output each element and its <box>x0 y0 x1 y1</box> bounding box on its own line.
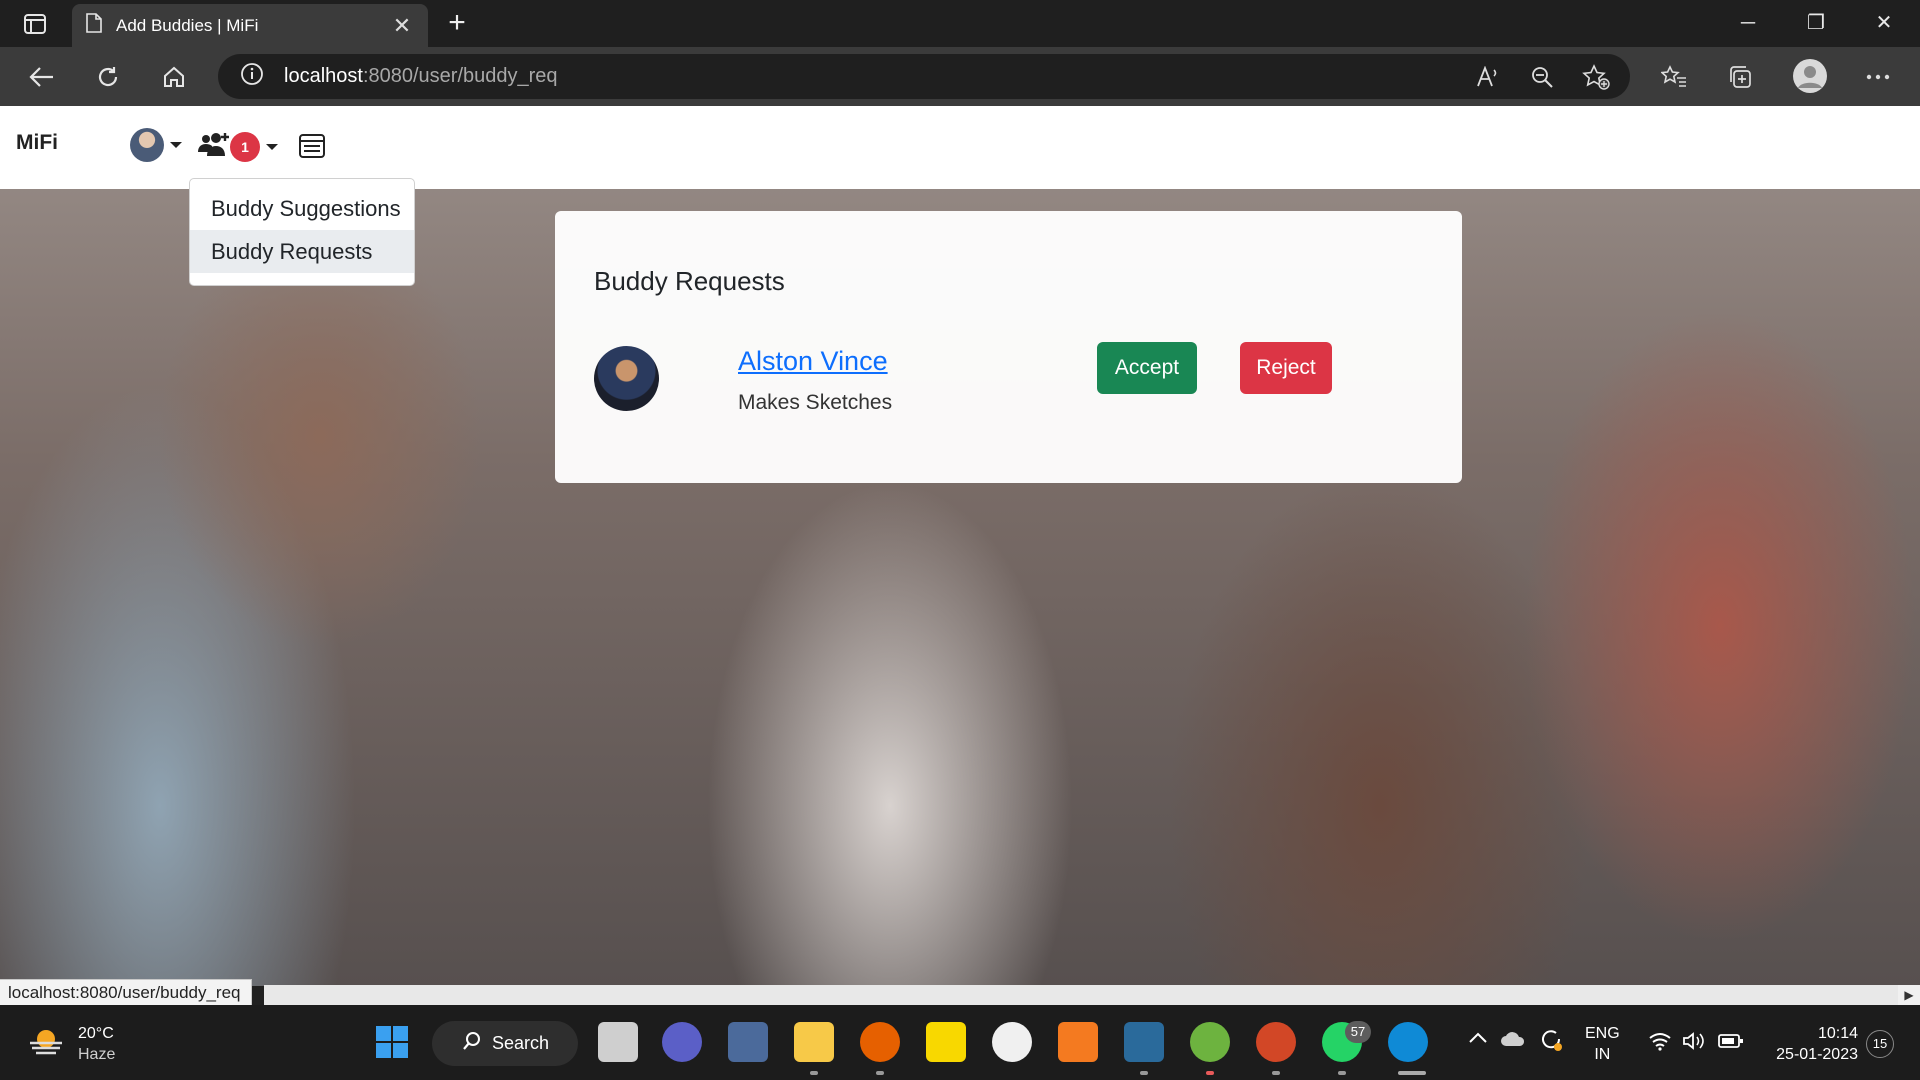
running-indicator <box>876 1071 884 1075</box>
volume-icon[interactable] <box>1682 1031 1706 1056</box>
caret-down-icon <box>266 143 278 150</box>
browser-titlebar: Add Buddies | MiFi ✕ + ─ ❐ ✕ <box>0 0 1920 47</box>
feed-window-icon[interactable] <box>298 132 326 165</box>
card-title: Buddy Requests <box>594 266 785 296</box>
back-icon[interactable] <box>24 59 60 95</box>
running-indicator <box>1338 1071 1346 1075</box>
mysql-workbench-icon[interactable] <box>1124 1022 1164 1062</box>
zoom-icon[interactable] <box>1528 64 1556 90</box>
windows-taskbar: 20°C Haze Search 57 ENG IN 10:14 25-01-2… <box>0 1005 1920 1080</box>
battery-icon[interactable] <box>1718 1033 1744 1054</box>
notification-badge: 1 <box>230 131 260 162</box>
clock-date: 25-01-2023 <box>1776 1046 1858 1063</box>
browser-tab-active[interactable]: Add Buddies | MiFi ✕ <box>72 4 428 47</box>
dropdown-item-buddy-suggestions[interactable]: Buddy Suggestions <box>190 187 414 230</box>
address-bar[interactable]: localhost:8080/user/buddy_req <box>218 54 1630 99</box>
whatsapp-badge: 57 <box>1345 1021 1371 1043</box>
caret-down-icon <box>170 142 182 148</box>
system-clock[interactable]: 10:14 25-01-2023 <box>1764 1023 1858 1065</box>
read-aloud-icon[interactable] <box>1474 64 1502 90</box>
weather-haze-icon <box>28 1027 64 1062</box>
clock-time: 10:14 <box>1817 1025 1858 1042</box>
avatar <box>130 128 164 162</box>
running-indicator <box>1398 1071 1426 1075</box>
firefox-icon[interactable] <box>860 1022 900 1062</box>
running-indicator <box>1206 1071 1214 1075</box>
horizontal-scrollbar[interactable] <box>264 985 1904 1005</box>
sticky-notes-icon[interactable] <box>926 1022 966 1062</box>
restore-button[interactable]: ❐ <box>1788 6 1844 40</box>
language-indicator[interactable]: ENG IN <box>1585 1023 1620 1065</box>
profile-dropdown-toggle[interactable] <box>130 128 182 162</box>
onedrive-icon[interactable] <box>1500 1029 1526 1054</box>
minimize-button[interactable]: ─ <box>1720 6 1776 40</box>
sync-icon[interactable] <box>1538 1027 1564 1058</box>
buddies-dropdown-toggle[interactable]: 1 <box>198 130 278 163</box>
page-viewport: MiFi 1 Buddy Suggestions Buddy Requests … <box>0 106 1920 986</box>
buddy-requests-card: Buddy Requests Alston Vince Makes Sketch… <box>555 211 1462 483</box>
xampp-icon[interactable] <box>1058 1022 1098 1062</box>
teams-chat-icon[interactable] <box>662 1022 702 1062</box>
show-hidden-icons[interactable] <box>1468 1031 1488 1050</box>
accept-button[interactable]: Accept <box>1097 342 1197 394</box>
app-navbar: MiFi 1 <box>0 106 1920 189</box>
dropdown-item-buddy-requests[interactable]: Buddy Requests <box>190 230 414 273</box>
powerpoint-icon[interactable] <box>1256 1022 1296 1062</box>
more-options-icon[interactable] <box>1860 59 1896 95</box>
tab-actions-icon[interactable] <box>18 10 52 38</box>
profile-avatar-icon[interactable] <box>1790 56 1830 96</box>
reject-button[interactable]: Reject <box>1240 342 1332 394</box>
search-icon <box>462 1031 482 1056</box>
wifi-icon[interactable] <box>1648 1031 1672 1056</box>
page-icon <box>86 13 102 38</box>
new-tab-button[interactable]: + <box>440 8 474 40</box>
running-indicator <box>1140 1071 1148 1075</box>
task-view-icon[interactable] <box>598 1022 638 1062</box>
requester-name-link[interactable]: Alston Vince <box>738 346 888 377</box>
tab-title: Add Buddies | MiFi <box>116 15 259 35</box>
calculator-icon[interactable] <box>728 1022 768 1062</box>
status-bar-url: localhost:8080/user/buddy_req <box>0 979 252 1007</box>
requester-bio: Makes Sketches <box>738 391 893 414</box>
running-indicator <box>810 1071 818 1075</box>
taskbar-search[interactable]: Search <box>432 1021 578 1066</box>
close-window-button[interactable]: ✕ <box>1856 6 1912 40</box>
requester-avatar <box>594 346 659 411</box>
start-icon[interactable] <box>372 1022 412 1062</box>
file-explorer-icon[interactable] <box>794 1022 834 1062</box>
compass-app-icon[interactable] <box>992 1022 1032 1062</box>
brand-logo[interactable]: MiFi <box>16 131 58 155</box>
search-label: Search <box>492 1033 550 1053</box>
weather-temp: 20°C <box>78 1025 114 1042</box>
site-info-icon[interactable] <box>240 62 264 91</box>
scroll-right-icon[interactable]: ▶ <box>1898 985 1920 1005</box>
weather-condition: Haze <box>78 1046 116 1063</box>
weather-widget[interactable]: 20°C Haze <box>28 1023 115 1065</box>
add-users-icon <box>198 130 234 163</box>
buddies-dropdown-menu: Buddy Suggestions Buddy Requests <box>189 178 415 286</box>
reload-icon[interactable] <box>90 59 126 95</box>
notification-center-badge[interactable]: 15 <box>1866 1030 1894 1058</box>
add-favorite-icon[interactable] <box>1582 64 1610 90</box>
url-text: localhost:8080/user/buddy_req <box>284 65 558 87</box>
favorites-icon[interactable] <box>1656 59 1692 95</box>
spring-tool-suite-icon[interactable] <box>1190 1022 1230 1062</box>
browser-toolbar: localhost:8080/user/buddy_req <box>0 47 1920 106</box>
running-indicator <box>1272 1071 1280 1075</box>
edge-icon[interactable] <box>1388 1022 1428 1062</box>
collections-icon[interactable] <box>1722 59 1758 95</box>
home-icon[interactable] <box>156 59 192 95</box>
tab-close-icon[interactable]: ✕ <box>390 13 414 39</box>
